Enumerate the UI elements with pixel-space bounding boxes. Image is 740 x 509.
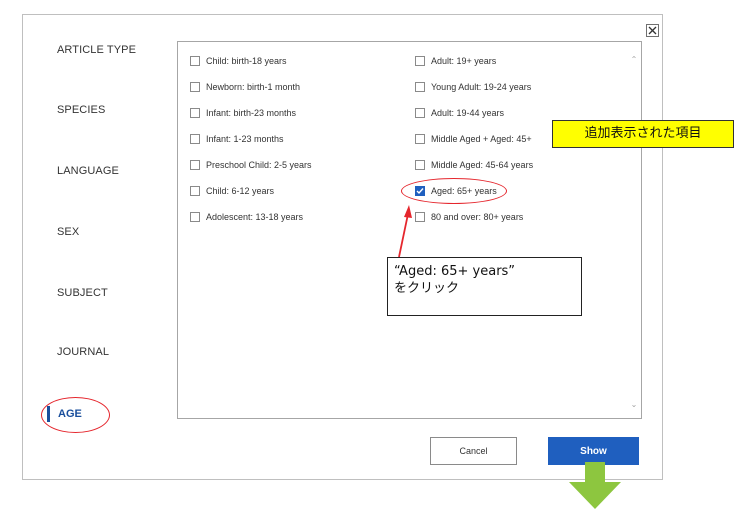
cancel-button[interactable]: Cancel xyxy=(430,437,517,465)
added-items-label: 追加表示された項目 xyxy=(552,120,734,148)
callout-line-2: をクリック xyxy=(394,281,460,296)
instruction-callout: “Aged: 65+ years” をクリック xyxy=(387,257,582,316)
show-button[interactable]: Show xyxy=(548,437,639,465)
red-pointer-arrow-icon xyxy=(398,205,412,258)
green-down-arrow-icon xyxy=(569,462,621,509)
callout-line-1: “Aged: 65+ years” xyxy=(394,264,516,279)
